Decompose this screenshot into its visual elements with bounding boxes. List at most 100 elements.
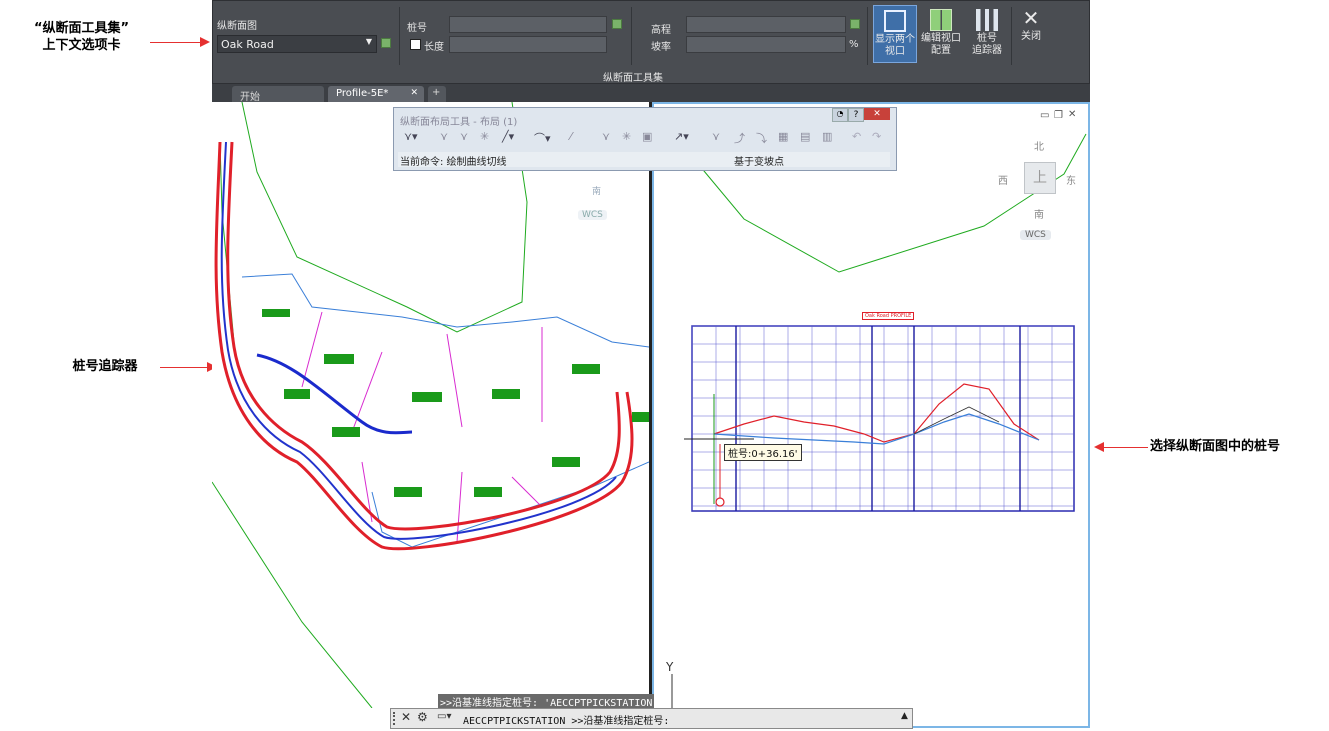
parabola-icon[interactable]: ⁄: [570, 130, 572, 143]
edit-viewport-config-label: 编辑视口 配置: [921, 33, 961, 56]
length-field[interactable]: [449, 36, 607, 53]
curve-tools-icon[interactable]: ⌒▾: [534, 130, 551, 146]
restore-icon[interactable]: ❐: [1054, 110, 1063, 121]
lot-label: [552, 457, 580, 467]
parcel-line: [241, 273, 649, 348]
lot-label: [572, 364, 600, 374]
pick-station-icon[interactable]: [612, 19, 622, 29]
grade-field[interactable]: [686, 36, 846, 53]
viewcube-east[interactable]: 东: [1066, 172, 1076, 187]
two-viewports-icon: [884, 10, 906, 32]
ribbon-tab-arrowhead: [200, 37, 210, 47]
wcs-badge[interactable]: WCS: [1020, 230, 1051, 240]
ribbon-separator: [1011, 7, 1012, 65]
station-tracker-label: 桩号 追踪器: [972, 33, 1002, 56]
profile-view-dropdown[interactable]: Oak Road ▼: [217, 35, 377, 53]
plan-viewport[interactable]: 南 WCS: [212, 102, 652, 708]
grid-view-icon[interactable]: ▦: [778, 130, 788, 143]
help-icon[interactable]: ?: [848, 108, 864, 122]
line-tools-icon[interactable]: ╱▾: [502, 130, 514, 143]
left-wcs-badge[interactable]: WCS: [578, 210, 607, 220]
left-viewcube-south[interactable]: 南: [592, 184, 601, 197]
pick-profile-view-icon[interactable]: [381, 38, 391, 48]
profile-view-label: 纵断面图: [217, 21, 257, 32]
wrench-icon[interactable]: ⚙: [417, 710, 428, 724]
profile-frame: [691, 325, 1075, 512]
new-tab-button[interactable]: +: [428, 86, 446, 102]
geometry-icon[interactable]: ▥: [822, 130, 832, 143]
chevron-down-icon: ▼: [365, 37, 372, 46]
entity-based-icon[interactable]: ✳: [622, 130, 631, 143]
close-label: 关闭: [1021, 31, 1041, 42]
profile-viewport[interactable]: Oak Road PROFILE 桩号:0+36.16' Y ▭ ❐ ✕ 北 西…: [652, 102, 1090, 728]
close-icon[interactable]: ✕: [864, 108, 890, 120]
settings-icon[interactable]: ◔: [832, 108, 848, 122]
profile-layout-tools-panel[interactable]: 纵断面布局工具 - 布局 (1) ◔ ? ✕ ⋎▾ ⋎ ⋎ ✳ ╱▾ ⌒▾ ⁄ …: [393, 107, 897, 171]
lot-label: [412, 392, 442, 402]
command-input[interactable]: AECCPTPICKSTATION >>沿基准线指定桩号:: [463, 712, 669, 727]
close-button[interactable]: ✕ 关闭: [1015, 5, 1047, 55]
copy-profile-icon[interactable]: ⤴: [734, 130, 745, 146]
viewcube[interactable]: 北 西 东 南 上 WCS: [996, 134, 1086, 244]
viewport-grid-icon: [930, 9, 952, 31]
ribbon-separator: [631, 7, 632, 65]
redo-icon[interactable]: ↷: [872, 130, 881, 143]
viewcube-south[interactable]: 南: [1034, 206, 1044, 221]
lot-label: [632, 412, 649, 422]
close-icon[interactable]: ✕: [1068, 109, 1076, 120]
move-pvi-icon[interactable]: ✳: [480, 130, 489, 143]
ribbon-tab-annotation-line1: “纵断面工具集”: [33, 21, 130, 36]
boundary-line: [212, 481, 373, 708]
raise-lower-icon[interactable]: ▣: [642, 130, 652, 143]
profile-grid: [691, 325, 1075, 512]
edit-viewport-config-button[interactable]: 编辑视口 配置: [919, 5, 963, 63]
station-tooltip: 桩号:0+36.16': [724, 444, 802, 461]
minimize-icon[interactable]: ▭: [1040, 110, 1049, 121]
insert-pvi-icon[interactable]: ⋎: [440, 130, 448, 143]
ribbon-tab-annotation: “纵断面工具集” 上下文选项卡: [14, 20, 149, 54]
lot-label: [262, 309, 290, 317]
alignment-outer: [214, 141, 634, 551]
close-icon[interactable]: ✕: [401, 710, 411, 724]
tab-profile[interactable]: Profile-5E* ✕: [328, 86, 424, 102]
delete-entity-icon[interactable]: ⋎: [712, 130, 720, 143]
command-prompt-icon[interactable]: ▭▾: [437, 711, 451, 722]
elevation-field[interactable]: [686, 16, 846, 33]
profile-editor-icon[interactable]: ▤: [800, 130, 810, 143]
lot-label: [394, 487, 422, 497]
grip-icon[interactable]: [393, 712, 398, 725]
profile-view-value: Oak Road: [221, 38, 274, 51]
show-two-viewports-label: 显示两个 视口: [875, 34, 915, 57]
command-line[interactable]: ✕ ⚙ ▭▾ AECCPTPICKSTATION >>沿基准线指定桩号: ▲: [390, 708, 913, 729]
delete-pvi-icon[interactable]: ⋎: [460, 130, 468, 143]
command-history-toggle-icon[interactable]: ▲: [901, 711, 908, 721]
station-field[interactable]: [449, 16, 607, 33]
pvi-based-icon[interactable]: ⋎: [602, 130, 610, 143]
close-icon: ✕: [1022, 6, 1040, 30]
alignment-centerline: [220, 141, 617, 540]
close-icon[interactable]: ✕: [410, 88, 418, 98]
lot-label: [284, 389, 310, 399]
entity-editor-icon[interactable]: ⤵: [756, 130, 767, 146]
design-profile-line-2: [913, 406, 1000, 435]
viewcube-west[interactable]: 西: [998, 172, 1008, 187]
document-tabs: 开始 Profile-5E* ✕ +: [212, 84, 1090, 103]
lot-label: [474, 487, 502, 497]
length-checkbox[interactable]: [410, 39, 421, 50]
station-tracker-icon: [976, 9, 998, 31]
station-tracker-button[interactable]: 桩号 追踪器: [965, 5, 1009, 63]
ribbon-separator: [867, 7, 868, 65]
viewcube-north[interactable]: 北: [1034, 138, 1044, 153]
draw-tangents-icon[interactable]: ⋎▾: [404, 130, 418, 143]
show-two-viewports-button[interactable]: 显示两个 视口: [873, 5, 917, 63]
pick-elevation-icon[interactable]: [850, 19, 860, 29]
viewcube-face[interactable]: 上: [1024, 162, 1056, 194]
alignment-inner: [226, 141, 621, 531]
sub-entity-icon[interactable]: ↗▾: [674, 130, 689, 143]
profile-grid-lines: [691, 325, 1074, 511]
undo-icon[interactable]: ↶: [852, 130, 861, 143]
lot-label: [324, 354, 354, 364]
panel-status-bar: 当前命令: 绘制曲线切线 基于变坡点: [398, 152, 890, 168]
tab-start[interactable]: 开始: [232, 86, 324, 103]
profile-tools-ribbon: 纵断面图 Oak Road ▼ 桩号 长度 高程 坡率 % 显示两个 视口 编辑…: [212, 0, 1090, 84]
